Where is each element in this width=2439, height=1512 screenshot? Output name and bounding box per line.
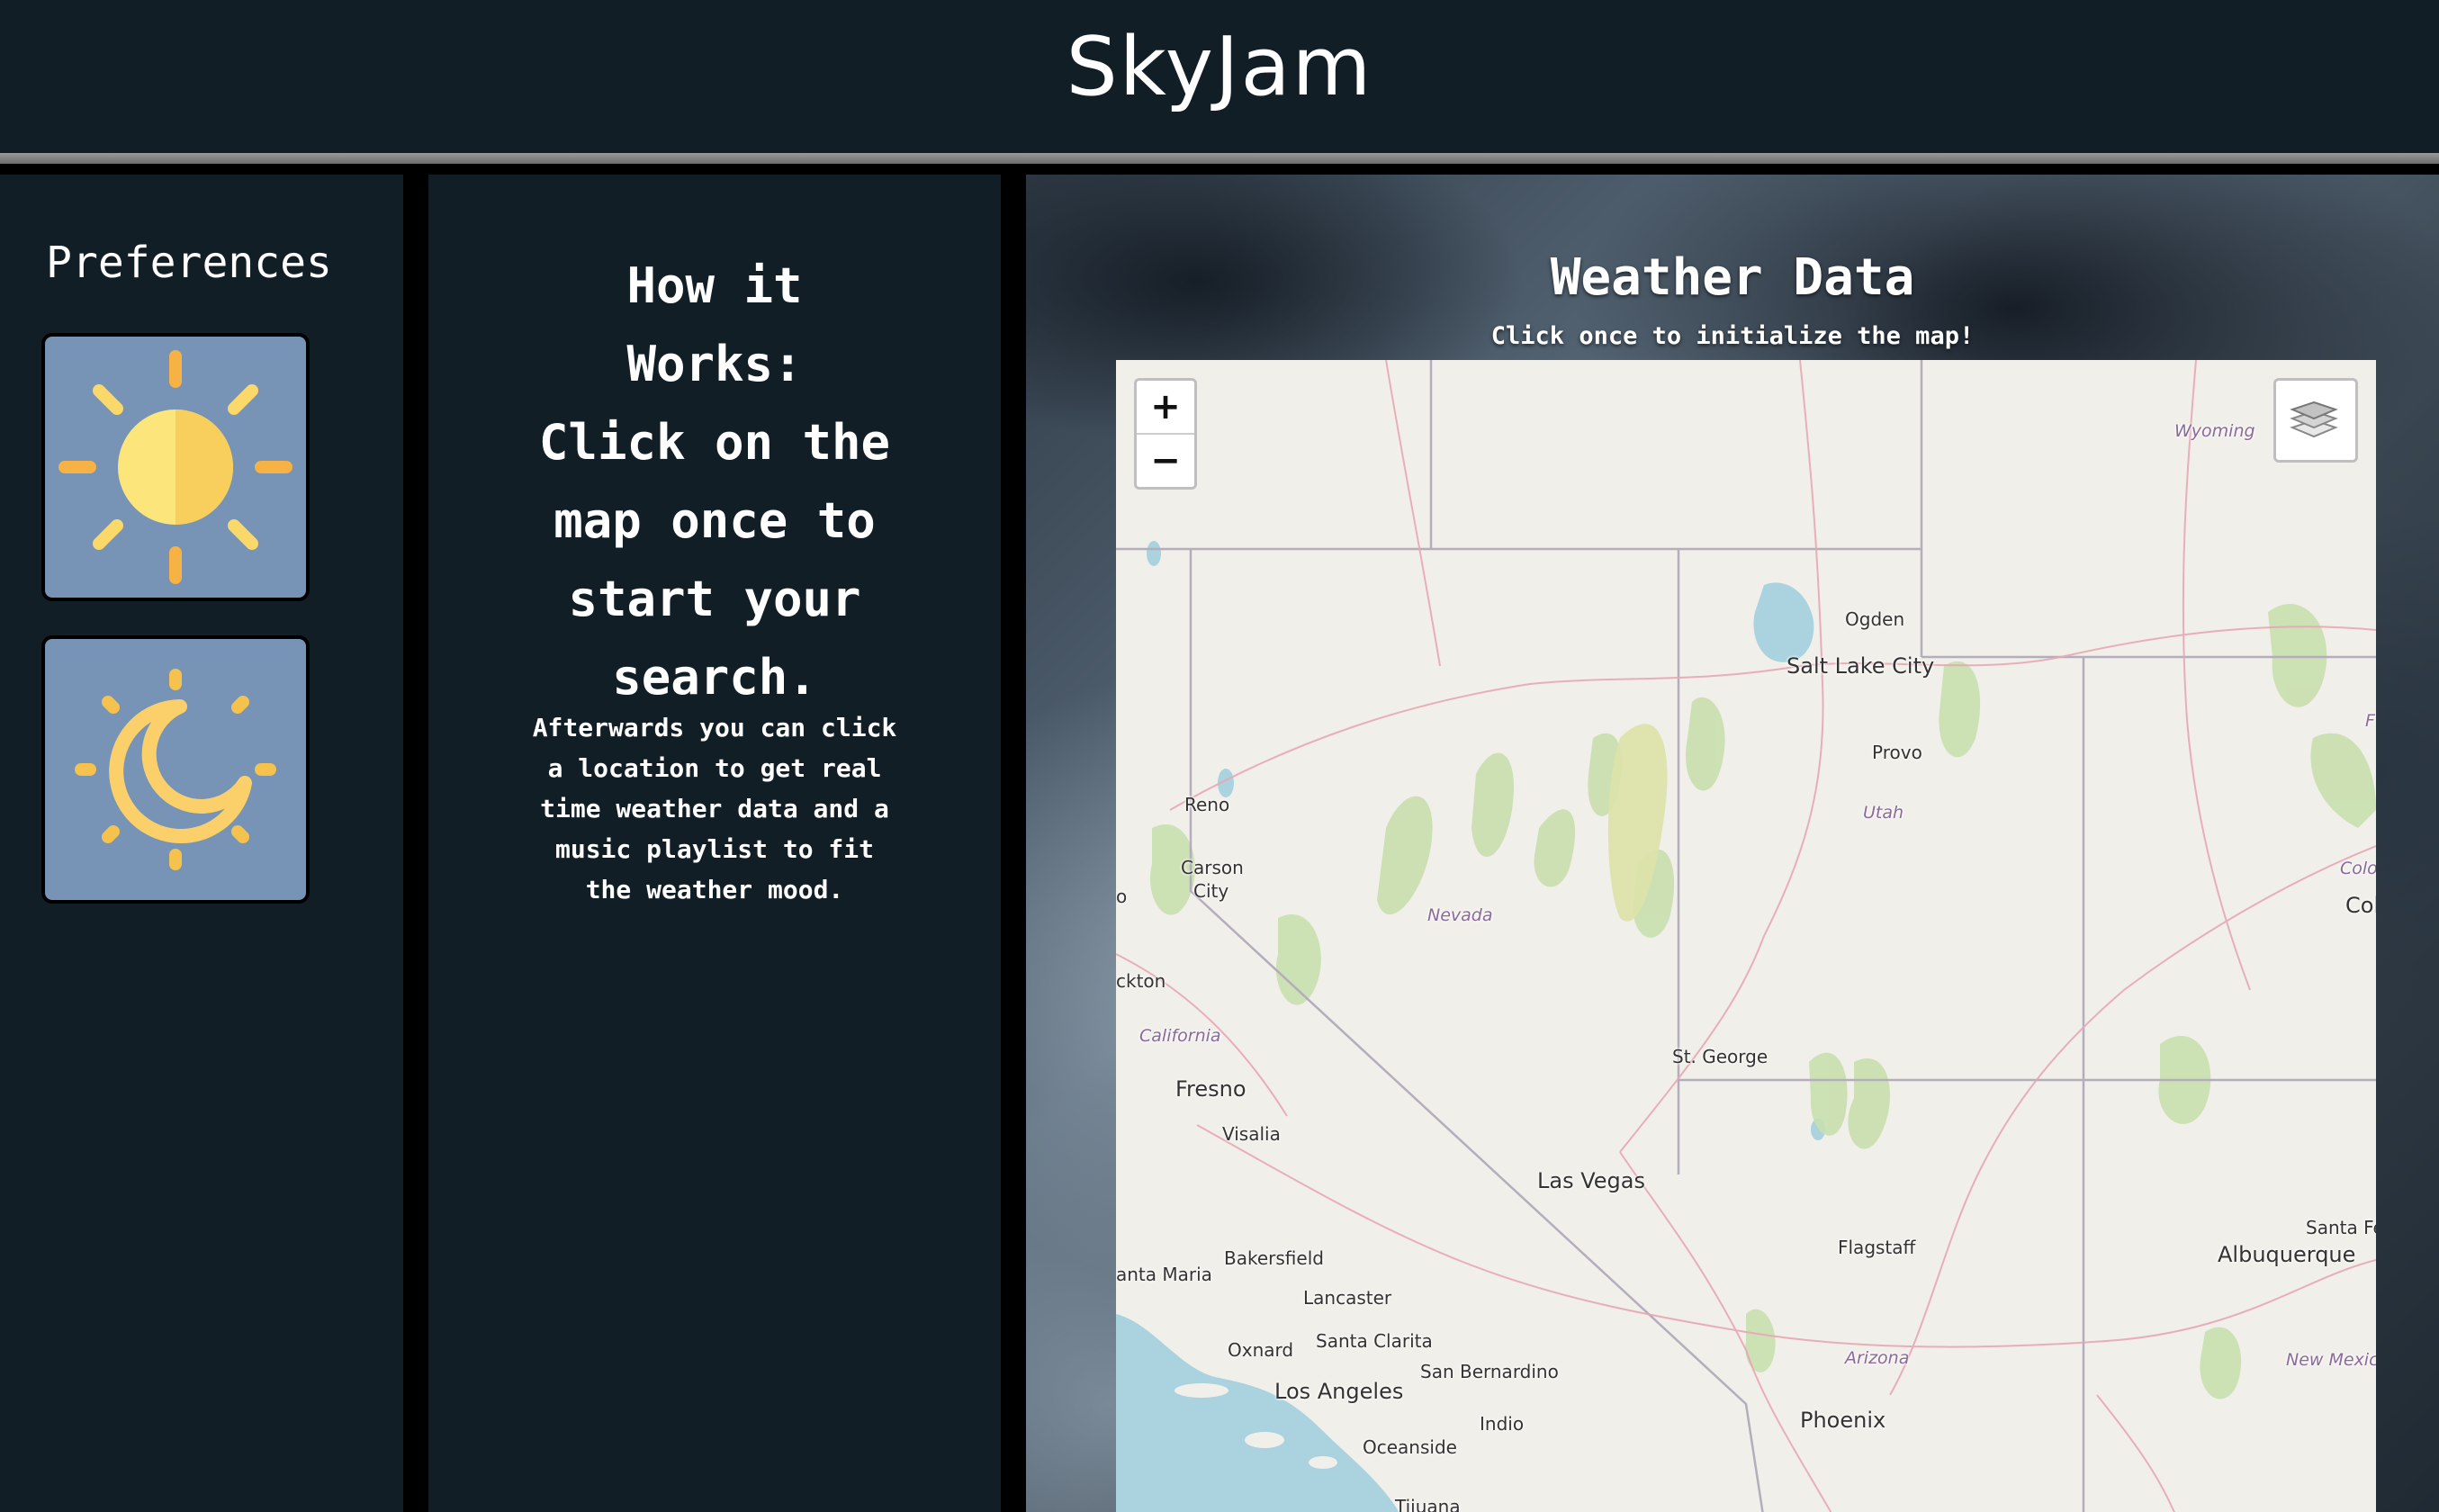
heading-line: start your <box>568 571 861 627</box>
map-label-ogden: Ogden <box>1845 608 1905 630</box>
map-label-city: City <box>1193 880 1229 902</box>
map-label-f: F <box>2365 711 2375 731</box>
moon-icon <box>75 669 276 870</box>
night-preference-button[interactable] <box>41 635 310 904</box>
how-it-works-heading: How it Works: Click on the map once to s… <box>464 247 965 716</box>
map-label-provo: Provo <box>1872 742 1922 763</box>
map-label-carson: Carson <box>1181 857 1244 878</box>
map-label-oceanside: Oceanside <box>1363 1436 1457 1458</box>
map-label-nevada: Nevada <box>1427 905 1493 925</box>
map-label-stockton: ckton <box>1116 970 1166 992</box>
map-label-st-george: St. George <box>1672 1046 1768 1067</box>
map-label-utah: Utah <box>1863 803 1904 823</box>
map-label-california: California <box>1139 1026 1221 1046</box>
body-line: Afterwards you can click <box>532 713 897 742</box>
map-label-los-angeles: Los Angeles <box>1274 1379 1404 1404</box>
weather-subtitle: Click once to initialize the map! <box>1490 322 1975 350</box>
preferences-panel: Preferences <box>0 175 403 1512</box>
heading-line: How it <box>626 257 803 314</box>
map-label-arizona: Arizona <box>1845 1348 1910 1368</box>
map-label-o: o <box>1116 886 1128 907</box>
map-label-indio: Indio <box>1480 1413 1525 1435</box>
preferences-title: Preferences <box>46 238 332 288</box>
map-label-reno: Reno <box>1184 794 1230 815</box>
map-label-oxnard: Oxnard <box>1228 1339 1294 1361</box>
heading-line: Works: <box>626 336 803 392</box>
weather-panel: Weather Data Click once to initialize th… <box>1026 175 2439 1512</box>
page: SkyJam Preferences How it Works: Click o… <box>0 0 2439 1512</box>
heading-line: map once to <box>554 492 876 549</box>
sunny-preference-button[interactable] <box>41 333 310 601</box>
zoom-control: + − <box>1134 378 1197 490</box>
map-label-bakersfield: Bakersfield <box>1224 1247 1324 1269</box>
zoom-in-button[interactable]: + <box>1137 381 1194 433</box>
layers-icon <box>2290 400 2338 438</box>
map-label-santa-fe: Santa Fe <box>2306 1217 2376 1238</box>
layers-button[interactable] <box>2273 378 2358 463</box>
app-header: SkyJam <box>0 0 2439 153</box>
map-label-santa-maria: anta Maria <box>1116 1264 1212 1285</box>
sun-icon <box>58 350 292 584</box>
body-line: the weather mood. <box>585 875 844 904</box>
map-label-fresno: Fresno <box>1175 1076 1246 1102</box>
map-label-santa-clarita: Santa Clarita <box>1316 1330 1433 1352</box>
map-label-san-bernardino: San Bernardino <box>1420 1361 1559 1382</box>
body-line: a location to get real <box>547 753 882 783</box>
map-label-phoenix: Phoenix <box>1800 1408 1886 1433</box>
map-label-salt-lake-city: Salt Lake City <box>1786 653 1935 679</box>
map-label-lancaster: Lancaster <box>1303 1287 1392 1309</box>
map-label-tijuana: Tijuana <box>1395 1496 1461 1512</box>
zoom-out-button[interactable]: − <box>1137 433 1194 487</box>
map-label-wyoming: Wyoming <box>2174 421 2255 441</box>
how-it-works-panel: How it Works: Click on the map once to s… <box>428 175 1001 1512</box>
body-line: music playlist to fit <box>554 834 874 864</box>
map-label-albuquerque: Albuquerque <box>2218 1242 2356 1267</box>
app-title: SkyJam <box>1066 20 1373 114</box>
heading-line: Click on the <box>538 414 891 471</box>
map-label-colorado-springs: Col <box>2345 893 2376 918</box>
map-tiles <box>1116 360 2376 1512</box>
map-label-las-vegas: Las Vegas <box>1537 1168 1645 1193</box>
map-label-new-mexico: New Mexico <box>2286 1350 2376 1370</box>
heading-line: search. <box>612 649 817 706</box>
map-label-visalia: Visalia <box>1222 1123 1281 1145</box>
map-label-colorado: Colo <box>2340 859 2376 878</box>
weather-title: Weather Data <box>1550 248 1915 307</box>
header-divider <box>0 153 2439 164</box>
weather-map[interactable]: + − Ogden Salt Lake City Provo Reno Cars… <box>1116 360 2376 1512</box>
body-line: time weather data and a <box>540 794 889 824</box>
map-label-flagstaff: Flagstaff <box>1838 1237 1916 1258</box>
how-it-works-body: Afterwards you can click a location to g… <box>482 707 947 910</box>
